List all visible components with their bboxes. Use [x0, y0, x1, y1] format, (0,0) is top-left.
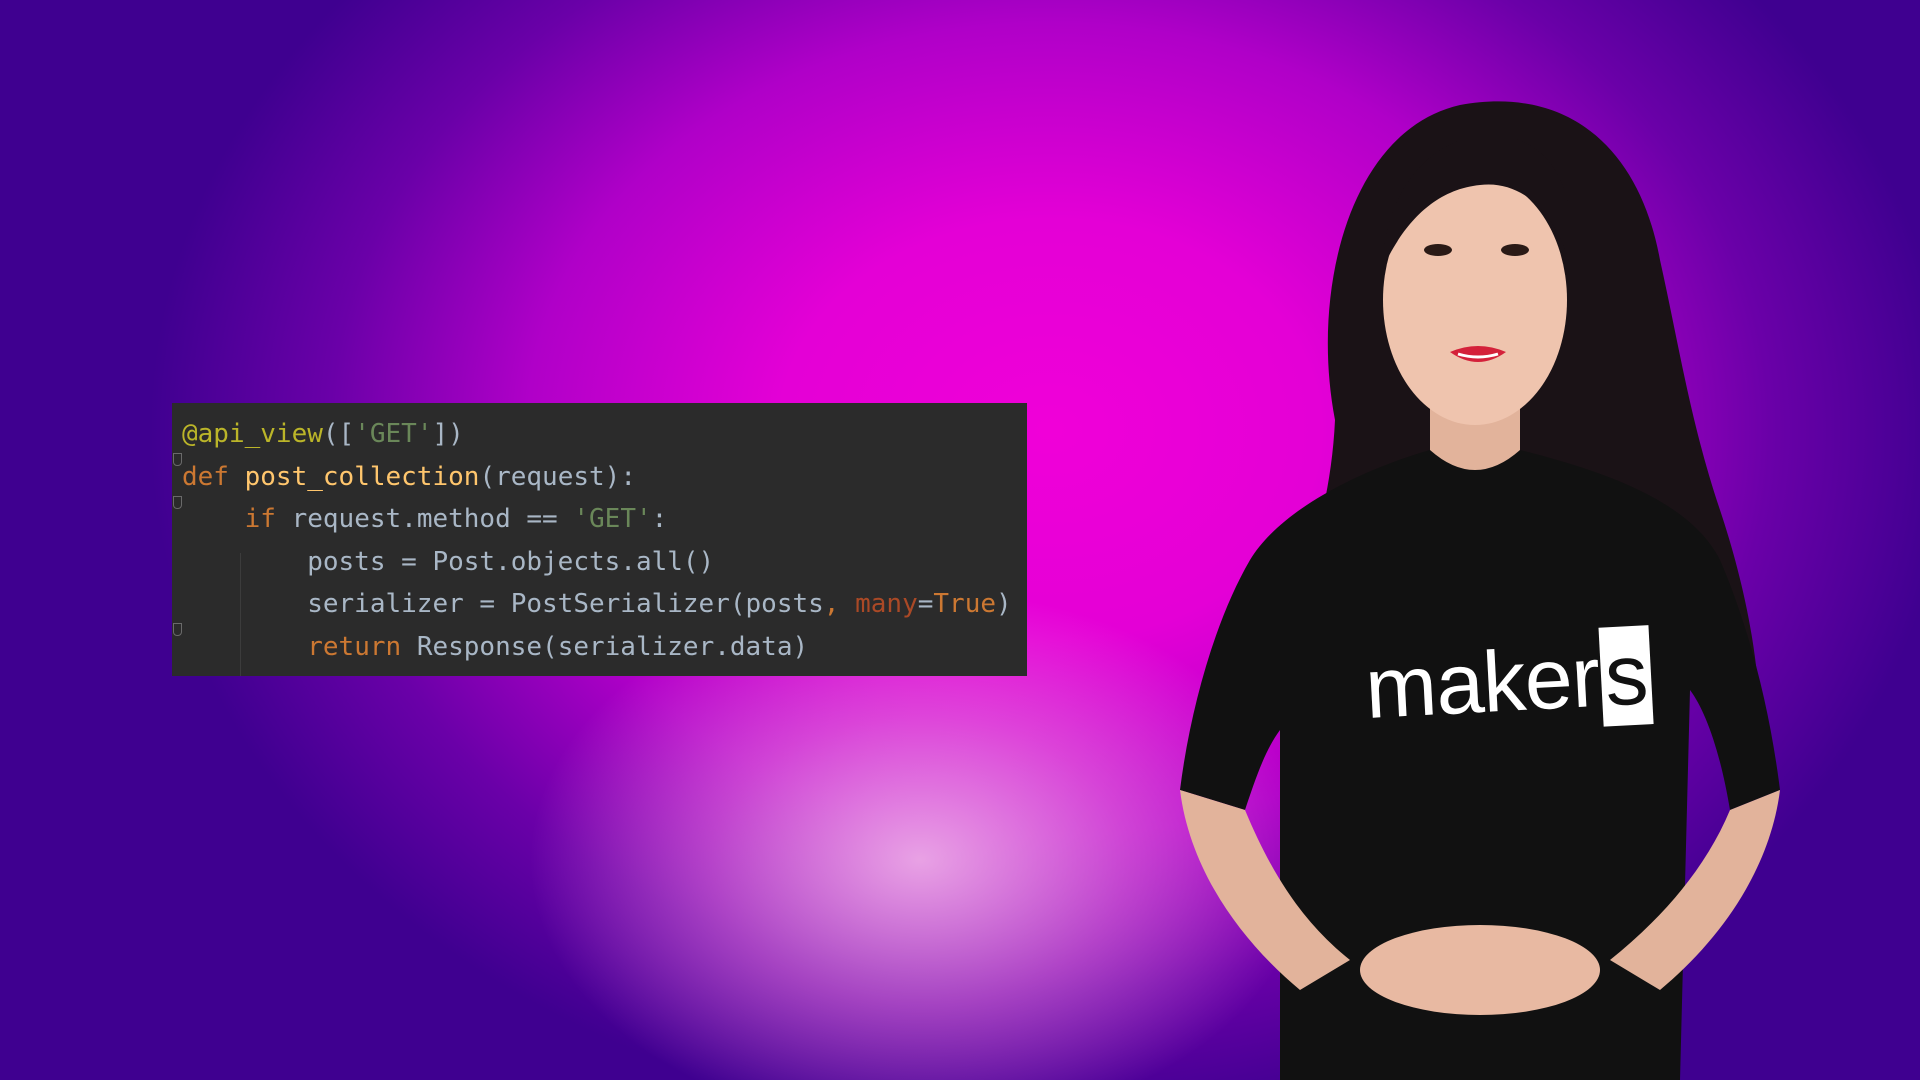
code-line: if request.method == 'GET':	[182, 498, 1012, 541]
code-token: ([	[322, 419, 355, 449]
code-snippet-panel: @api_view(['GET']) def post_collection(re…	[172, 403, 1027, 676]
code-token: ,	[823, 589, 856, 619]
code-token: post_collection	[244, 461, 480, 492]
fold-marker-icon	[173, 623, 182, 636]
code-token: ])	[432, 419, 464, 449]
code-token: =	[917, 589, 934, 619]
code-token: serializer = PostSerializer(posts	[182, 589, 824, 619]
code-token: request.method ==	[291, 504, 574, 534]
code-line: serializer = PostSerializer(posts, many=…	[182, 583, 1012, 626]
code-line: def post_collection(request):	[182, 456, 1012, 499]
code-token: True	[933, 589, 997, 619]
code-token: :	[651, 504, 668, 534]
presenter-hands	[1360, 925, 1600, 1015]
code-line: @api_view(['GET'])	[182, 413, 1012, 456]
presenter-illustration	[1180, 101, 1780, 1080]
code-token: posts = Post.objects.all()	[182, 546, 715, 577]
shirt-logo-boxed-letter: s	[1598, 625, 1654, 727]
code-token: )	[996, 589, 1012, 619]
code-token: @api_view	[182, 419, 323, 449]
fold-marker-icon	[173, 496, 182, 509]
code-token: if	[244, 504, 292, 534]
shirt-logo: makers	[1363, 625, 1654, 739]
code-token: Response(serializer.data)	[416, 631, 809, 662]
video-frame: @api_view(['GET']) def post_collection(re…	[0, 0, 1920, 1080]
code-token: 'GET'	[573, 504, 652, 534]
fold-marker-icon	[173, 453, 182, 466]
code-text: @api_view(['GET']) def post_collection(re…	[182, 413, 1012, 668]
shirt-logo-text: maker	[1362, 628, 1602, 738]
code-token: (request):	[479, 461, 636, 492]
code-token: return	[307, 631, 417, 662]
code-line: posts = Post.objects.all()	[182, 541, 1012, 584]
code-token: def	[182, 461, 245, 492]
code-line: return Response(serializer.data)	[182, 626, 1012, 669]
code-token: 'GET'	[354, 419, 433, 449]
code-token: many	[855, 589, 918, 619]
